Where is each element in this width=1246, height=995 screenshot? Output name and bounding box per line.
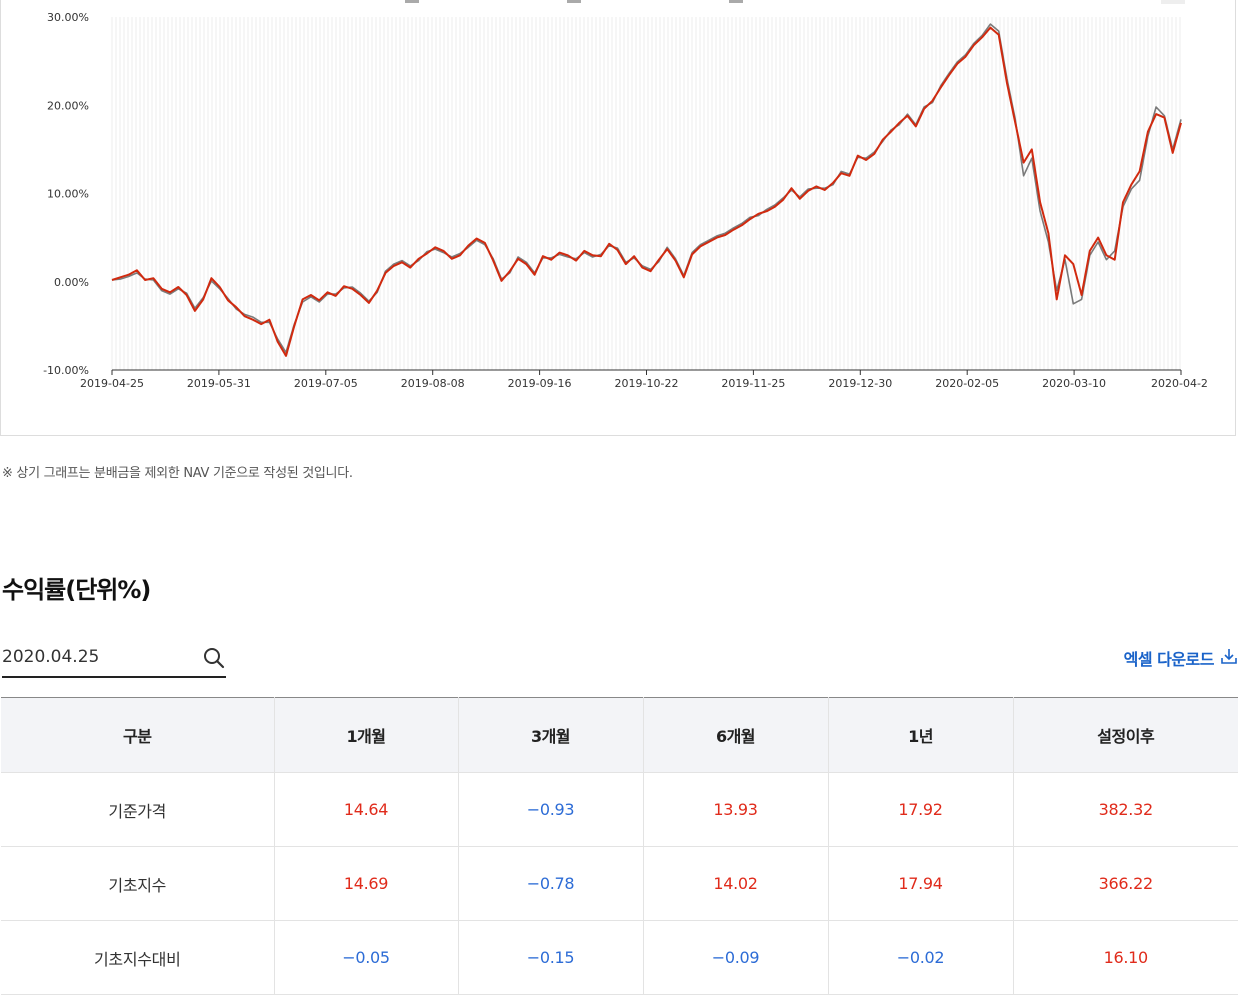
header-cell: 1년 [828,697,1014,773]
row-label: 기준가격 [1,772,275,847]
y-tick-label: 0.00% [54,276,89,289]
x-tick-label: 2019-04-25 [80,377,144,390]
x-tick-label: 2020-04-2 [1151,377,1208,390]
x-tick-label: 2019-10-22 [615,377,679,390]
chart-svg: 30.00% 20.00% 10.00% 0.00% -10.00%2019-04-25… [43,11,1208,390]
search-icon[interactable] [202,646,226,670]
excel-download-link[interactable]: 엑셀 다운로드 [1124,646,1238,670]
x-tick-label: 2019-07-05 [294,377,358,390]
returns-table: 구분 1개월 3개월 6개월 1년 설정이후 기준가격 14.64 −0.93 … [1,697,1238,995]
table-cell: 14.64 [274,772,459,847]
table-cell: 17.94 [828,846,1014,921]
table-row: 기준가격 14.64 −0.93 13.93 17.92 382.32 [1,772,1238,847]
header-cell: 6개월 [643,697,829,773]
table-cell: −0.02 [828,920,1014,995]
excel-download-label: 엑셀 다운로드 [1123,650,1215,669]
y-tick-label: -10.00% [43,364,89,377]
row-label: 기초지수 [1,846,275,921]
table-cell: 366.22 [1013,846,1238,921]
table-cell: −0.93 [458,772,644,847]
header-cell: 설정이후 [1013,697,1238,773]
x-tick-label: 2020-03-10 [1042,377,1106,390]
y-tick-label: 20.00% [47,99,89,112]
header-cell: 1개월 [274,697,459,773]
table-cell: 14.69 [274,846,459,921]
header-cell: 3개월 [458,697,644,773]
section-title: 수익률(단위%) [2,576,151,604]
table-cell: −0.78 [458,846,644,921]
return-chart: 30.00% 20.00% 10.00% 0.00% -10.00% 2019-04-25… [0,0,1236,436]
date-search [2,640,226,678]
table-cell: 13.93 [643,772,829,847]
x-tick-label: 2019-05-31 [187,377,251,390]
x-tick-label: 2020-02-05 [935,377,999,390]
table-row: 기초지수대비 −0.05 −0.15 −0.09 −0.02 16.10 [1,920,1238,995]
table-cell: −0.15 [458,920,644,995]
table-row: 기초지수 14.69 −0.78 14.02 17.94 366.22 [1,846,1238,921]
table-header-row: 구분 1개월 3개월 6개월 1년 설정이후 [1,697,1238,773]
x-tick-label: 2019-09-16 [508,377,572,390]
x-tick-label: 2019-11-25 [721,377,785,390]
x-tick-label: 2019-12-30 [828,377,892,390]
table-cell: 16.10 [1013,920,1238,995]
header-cell: 구분 [1,697,275,773]
table-cell: 382.32 [1013,772,1238,847]
chart-note: ※ 상기 그래프는 분배금을 제외한 NAV 기준으로 작성된 것입니다. [2,466,353,481]
y-tick-label: 30.00% [47,11,89,24]
table-cell: −0.05 [274,920,459,995]
date-search-input[interactable] [2,640,192,674]
row-label: 기초지수대비 [1,920,275,995]
x-tick-label: 2019-08-08 [401,377,465,390]
table-cell: −0.09 [643,920,829,995]
y-tick-label: 10.00% [47,188,89,201]
download-icon [1220,647,1238,669]
table-cell: 17.92 [828,772,1014,847]
table-cell: 14.02 [643,846,829,921]
